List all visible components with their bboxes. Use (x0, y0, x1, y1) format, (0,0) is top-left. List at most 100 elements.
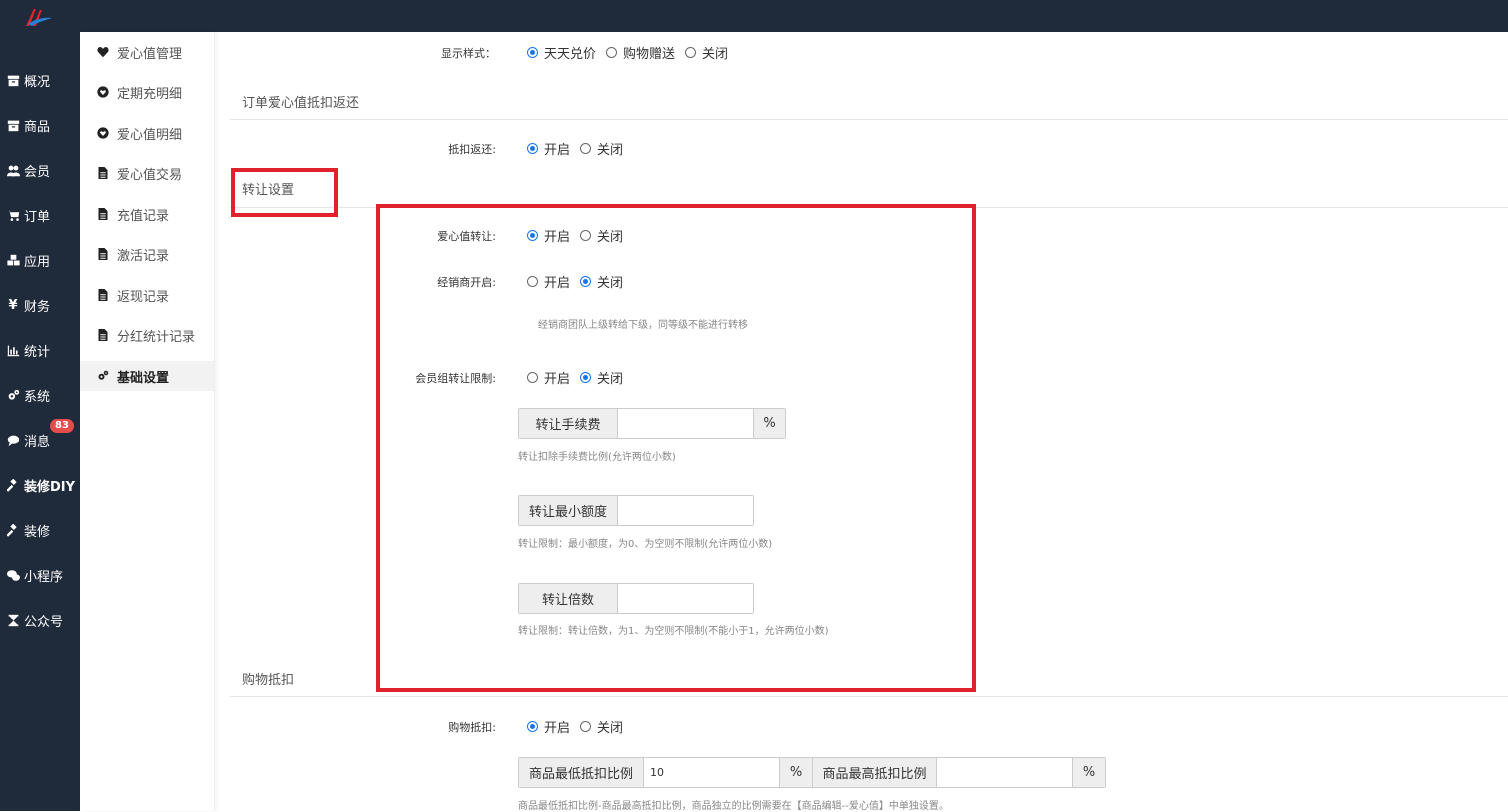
submenu-item-label: 基础设置 (117, 370, 170, 386)
nav-item-apps[interactable]: 应用 (0, 245, 80, 275)
nav-item-label: 装修DIY (24, 479, 76, 495)
gears-icon (96, 369, 110, 383)
nav-item-label: 系统 (24, 389, 51, 405)
display-style-radios: 天天兑价 购物赠送 关闭 (527, 43, 738, 62)
radio-display-off[interactable]: 关闭 (685, 43, 728, 62)
nav-item-label: 应用 (24, 254, 51, 270)
nav-item-label: 财务 (24, 299, 51, 315)
max-ratio-input[interactable] (936, 758, 1072, 787)
top-bar (0, 0, 1508, 32)
radio-label: 开启 (544, 721, 571, 736)
shopping-section-title: 购物抵扣 (242, 673, 295, 688)
main-nav: 概况 商品 会员 订单 应用 ¥ 财务 统计 系统 消息 83 装修DIY 装修 (0, 32, 80, 811)
submenu-cashback-record[interactable]: 返现记录 (80, 280, 214, 310)
nav-item-messages[interactable]: 消息 83 (0, 419, 80, 455)
radio-dot[interactable] (606, 47, 618, 58)
radio-dot[interactable] (527, 721, 538, 732)
nav-item-label: 统计 (24, 344, 51, 360)
submenu-item-label: 激活记录 (117, 248, 170, 264)
deduct-return-label: 抵扣返还: (448, 143, 496, 156)
file-icon (96, 247, 110, 261)
file-icon (96, 207, 110, 221)
submenu-item-label: 爱心值交易 (117, 167, 183, 183)
radio-dot[interactable] (527, 47, 538, 58)
cart-icon (5, 207, 21, 223)
nav-item-mini-program[interactable]: 小程序 (0, 560, 80, 590)
submenu-item-label: 爱心值明细 (117, 127, 183, 143)
max-ratio-addon: 商品最高抵扣比例 (812, 758, 936, 787)
nav-item-label: 消息 (24, 434, 51, 450)
nav-item-members[interactable]: 会员 (0, 155, 80, 185)
chat-icon (5, 432, 21, 448)
radio-deduct-return-off[interactable]: 关闭 (580, 139, 623, 158)
nav-item-decoration-diy[interactable]: 装修DIY (0, 470, 80, 500)
submenu-recharge-record[interactable]: 充值记录 (80, 199, 214, 229)
radio-shopping-gift[interactable]: 购物赠送 (606, 43, 675, 62)
nav-item-goods[interactable]: 商品 (0, 110, 80, 140)
percent-suffix: % (1072, 758, 1105, 787)
radio-shopping-deduct-off[interactable]: 关闭 (580, 717, 623, 736)
submenu-item-label: 充值记录 (117, 208, 170, 224)
min-ratio-addon: 商品最低抵扣比例 (519, 758, 643, 787)
gears-icon (5, 387, 21, 403)
min-ratio-input[interactable] (643, 758, 779, 787)
highlight-box-title (231, 168, 338, 217)
nav-item-statistics[interactable]: 统计 (0, 335, 80, 365)
radio-daily-exchange[interactable]: 天天兑价 (527, 43, 596, 62)
cubes-icon (5, 252, 21, 268)
deduct-return-radios: 开启 关闭 (527, 139, 633, 158)
submenu-love-value-trade[interactable]: 爱心值交易 (80, 158, 214, 188)
submenu-basic-settings[interactable]: 基础设置 (80, 361, 214, 391)
order-section-title: 订单爱心值抵扣返还 (242, 96, 360, 111)
submenu-item-label: 分红统计记录 (117, 329, 196, 345)
archive-icon (5, 117, 21, 133)
gavel-icon (5, 477, 21, 493)
file-icon (96, 166, 110, 180)
nav-item-finance[interactable]: ¥ 财务 (0, 290, 80, 320)
heart-icon (96, 45, 110, 59)
nav-item-decoration[interactable]: 装修 (0, 515, 80, 545)
radio-label: 关闭 (702, 47, 729, 62)
submenu-periodic-recharge-detail[interactable]: 定期充明细 (80, 77, 214, 107)
submenu-activation-record[interactable]: 激活记录 (80, 239, 214, 269)
nav-item-label: 订单 (24, 209, 51, 225)
nav-item-overview[interactable]: 概况 (0, 65, 80, 95)
submenu-item-label: 返现记录 (117, 289, 170, 305)
display-style-label: 显示样式： (441, 47, 496, 60)
submenu-love-value-detail[interactable]: 爱心值明细 (80, 118, 214, 148)
nav-item-label: 商品 (24, 119, 51, 135)
submenu-dividend-stats-record[interactable]: 分红统计记录 (80, 320, 214, 350)
shopping-deduct-label: 购物抵扣: (448, 721, 496, 734)
radio-label: 开启 (544, 143, 571, 158)
yen-icon: ¥ (8, 297, 18, 313)
bar-chart-icon (5, 342, 21, 358)
radio-deduct-return-on[interactable]: 开启 (527, 139, 570, 158)
deduct-ratio-help: 商品最低抵扣比例-商品最高抵扣比例，商品独立的比例需要在【商品编辑--爱心值】中… (518, 801, 949, 812)
submenu-love-value-management[interactable]: 爱心值管理 (80, 37, 214, 67)
radio-label: 关闭 (597, 721, 624, 736)
logo-icon[interactable] (24, 8, 54, 28)
radio-dot[interactable] (580, 143, 592, 154)
radio-dot[interactable] (527, 143, 538, 154)
percent-suffix: % (779, 758, 812, 787)
hourglass-icon (5, 612, 21, 628)
submenu-item-label: 定期充明细 (117, 86, 183, 102)
nav-item-system[interactable]: 系统 (0, 380, 80, 410)
nav-item-official-account[interactable]: 公众号 (0, 605, 80, 635)
gavel-icon (5, 522, 21, 538)
nav-item-label: 装修 (24, 524, 51, 540)
nav-item-orders[interactable]: 订单 (0, 200, 80, 230)
radio-label: 购物赠送 (623, 47, 676, 62)
heart-circle-icon (96, 126, 110, 140)
divider (230, 119, 1508, 120)
radio-dot[interactable] (580, 721, 592, 732)
radio-shopping-deduct-on[interactable]: 开启 (527, 717, 570, 736)
sub-menu: 爱心值管理 定期充明细 爱心值明细 爱心值交易 充值记录 激活记录 返现记录 分… (80, 32, 215, 811)
archive-icon (5, 72, 21, 88)
file-icon (96, 328, 110, 342)
nav-item-label: 概况 (24, 74, 51, 90)
deduct-ratio-group: 商品最低抵扣比例 % 商品最高抵扣比例 % (518, 757, 1106, 788)
nav-item-label: 公众号 (24, 614, 64, 630)
radio-dot[interactable] (685, 47, 697, 58)
heart-circle-icon (96, 85, 110, 99)
